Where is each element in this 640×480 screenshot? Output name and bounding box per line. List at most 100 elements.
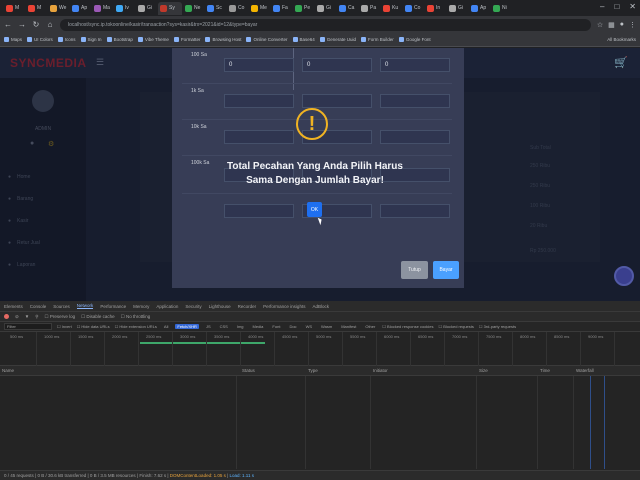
type-filter-chip[interactable]: Other <box>363 324 377 329</box>
filter-checkbox[interactable]: ☐ Hide data URLs <box>77 324 110 329</box>
url-input[interactable]: localhost/sync.ip.tokoonline/kasir/trans… <box>60 18 591 31</box>
hamburger-icon[interactable]: ☰ <box>96 57 104 68</box>
type-filter-chip[interactable]: Media <box>251 324 266 329</box>
type-filter-chip[interactable]: Doc <box>287 324 298 329</box>
close-button[interactable]: Tutup <box>401 261 428 279</box>
bookmark-item[interactable]: Maps <box>4 37 22 42</box>
bookmark-item[interactable]: Form Builder <box>361 37 394 42</box>
menu-icon[interactable]: ⋮ <box>629 21 636 29</box>
devtools-tab[interactable]: Memory <box>133 304 149 309</box>
cart-icon[interactable]: 🛒 <box>614 56 628 69</box>
browser-tab[interactable]: M <box>26 2 47 15</box>
browser-tab[interactable]: Ap <box>70 2 91 15</box>
devtools-tab[interactable]: Security <box>185 304 201 309</box>
home-icon[interactable]: ⌂ <box>46 20 54 29</box>
ok-button[interactable]: OK <box>307 202 322 217</box>
column-header[interactable]: Time <box>540 368 550 373</box>
bookmark-item[interactable]: Online Converter <box>246 37 288 42</box>
browser-tab[interactable]: Ni <box>491 2 512 15</box>
browser-tab[interactable]: Co <box>227 2 248 15</box>
browser-tab[interactable]: Ap <box>469 2 490 15</box>
type-filter-chip[interactable]: Wasm <box>319 324 334 329</box>
toolbar-option[interactable]: ☐ Disable cache <box>81 314 115 320</box>
bookmark-item[interactable]: Base64 <box>292 37 315 42</box>
type-filter-chip[interactable]: Manifest <box>339 324 358 329</box>
bookmark-item[interactable]: Google Font <box>398 37 431 42</box>
column-header[interactable]: Waterfall <box>576 368 594 373</box>
denomination-input[interactable]: 0 <box>380 58 450 72</box>
devtools-tab[interactable]: Performance insights <box>263 304 305 309</box>
browser-tab[interactable]: We <box>48 2 69 15</box>
devtools-tab[interactable]: Sources <box>53 304 70 309</box>
type-filter-chip[interactable]: Img <box>235 324 246 329</box>
bookmark-item[interactable]: Generate Uuid <box>319 37 356 42</box>
sidebar-menu-item[interactable]: ● Home <box>8 166 78 188</box>
bookmark-item[interactable]: Browsing Host <box>205 37 241 42</box>
star-icon[interactable]: ☆ <box>597 21 603 29</box>
devtools-tab[interactable]: AdBlock <box>312 304 329 309</box>
minimize-icon[interactable]: – <box>600 2 604 11</box>
toolbar-option[interactable]: ☐ Preserve log <box>45 314 76 320</box>
browser-tab[interactable]: Ca <box>337 2 358 15</box>
browser-tab[interactable]: Co <box>403 2 424 15</box>
sidebar-menu-item[interactable]: ● Barang <box>8 188 78 210</box>
browser-tab[interactable]: Sc <box>205 2 226 15</box>
clear-icon[interactable]: ⊘ <box>15 314 19 320</box>
filter-icon[interactable]: ▼ <box>25 314 29 319</box>
type-filter-chip[interactable]: JS <box>204 324 213 329</box>
type-filter-chip[interactable]: All <box>162 324 170 329</box>
browser-tab[interactable]: Gi <box>315 2 336 15</box>
back-icon[interactable]: ← <box>4 20 12 29</box>
devtools-tab[interactable]: Application <box>156 304 178 309</box>
browser-tab[interactable]: M <box>4 2 25 15</box>
column-header[interactable]: Initiator <box>373 368 388 373</box>
type-filter-chip[interactable]: Fetch/XHR <box>175 324 199 329</box>
bookmark-item[interactable]: Sign In <box>80 37 102 42</box>
devtools-tab[interactable]: Network <box>76 303 94 309</box>
floating-action-button[interactable] <box>614 266 634 286</box>
devtools-tab[interactable]: Lighthouse <box>209 304 231 309</box>
browser-tab[interactable]: In <box>425 2 446 15</box>
browser-tab[interactable]: Pa <box>359 2 380 15</box>
close-icon[interactable]: ✕ <box>629 2 636 11</box>
devtools-tab[interactable]: Console <box>30 304 47 309</box>
browser-tab[interactable]: Me <box>249 2 270 15</box>
extensions-icon[interactable]: ▦ <box>608 21 615 29</box>
browser-tab[interactable]: Gi <box>136 2 157 15</box>
filter-checkbox[interactable]: ☐ Hide extension URLs <box>115 324 157 329</box>
lock-icon[interactable]: ● <box>30 140 34 147</box>
maximize-icon[interactable]: □ <box>614 2 619 11</box>
browser-tab[interactable]: Fa <box>271 2 292 15</box>
profile-icon[interactable]: ● <box>620 21 624 29</box>
column-header[interactable]: Size <box>479 368 488 373</box>
denomination-input[interactable]: 0 <box>302 58 372 72</box>
browser-tab[interactable]: Iv <box>114 2 135 15</box>
browser-tab[interactable]: Pe <box>293 2 314 15</box>
all-bookmarks[interactable]: All Bookmarks <box>607 37 636 42</box>
bookmark-item[interactable]: Bootstrap <box>106 37 133 42</box>
sidebar-menu-item[interactable]: ● Retur Jual <box>8 232 78 254</box>
filter-input[interactable]: Filter <box>4 323 52 330</box>
devtools-tab[interactable]: Performance <box>100 304 126 309</box>
record-icon[interactable] <box>4 314 9 319</box>
reload-icon[interactable]: ↻ <box>32 20 40 29</box>
column-header[interactable]: Type <box>308 368 318 373</box>
browser-tab[interactable]: Ne <box>183 2 204 15</box>
bookmark-item[interactable]: Vibe Theme <box>137 37 169 42</box>
filter-checkbox[interactable]: ☐ Blocked requests <box>439 324 474 329</box>
pay-button[interactable]: Bayar <box>433 261 459 279</box>
column-header[interactable]: Name <box>2 368 14 373</box>
forward-icon[interactable]: → <box>18 20 26 29</box>
gear-icon[interactable]: ⚙ <box>48 140 54 148</box>
filter-checkbox[interactable]: ☐ Blocked response cookies <box>382 324 433 329</box>
browser-tab[interactable]: Sy <box>158 1 182 15</box>
bookmark-item[interactable]: Icons <box>57 37 76 42</box>
bookmark-item[interactable]: Formatter <box>173 37 200 42</box>
browser-tab[interactable]: Ku <box>381 2 402 15</box>
sidebar-menu-item[interactable]: ● Laporan <box>8 254 78 276</box>
filter-checkbox[interactable]: ☐ 3rd-party requests <box>479 324 516 329</box>
browser-tab[interactable]: Gi <box>447 2 468 15</box>
app-logo[interactable]: SYNCMEDIA <box>10 56 87 70</box>
devtools-tab[interactable]: Elements <box>4 304 23 309</box>
type-filter-chip[interactable]: Font <box>270 324 282 329</box>
